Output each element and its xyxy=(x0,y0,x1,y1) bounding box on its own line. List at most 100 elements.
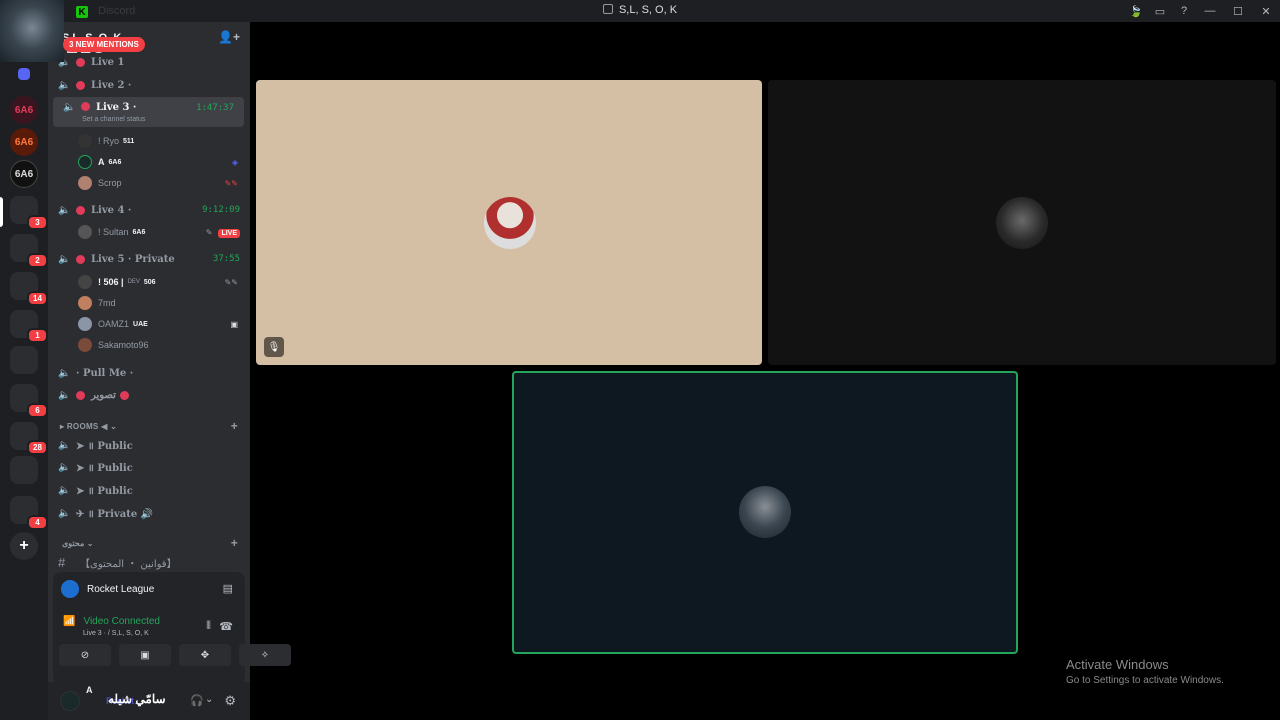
voice-user[interactable]: OAMZ1 UAE ▣ xyxy=(48,314,250,334)
participant-avatar xyxy=(996,197,1048,249)
unread-badge: 14 xyxy=(27,291,48,306)
unread-badge: 28 xyxy=(27,440,48,455)
channel-live-2[interactable]: 🔈 Live 2 · xyxy=(48,75,250,95)
muted-icon: ✎ xyxy=(205,227,213,237)
channel-sidebar: S,L, S, O, K ⌄ 👤+ 🔈Live 1 🔈Live 2 · 🔈Liv… xyxy=(48,22,291,720)
add-channel-icon[interactable]: + xyxy=(231,419,238,433)
channel-live-4[interactable]: 🔈 Live 4 · 9:12:09 xyxy=(48,200,250,220)
status-dot xyxy=(76,390,85,400)
chevron-right-icon: ▸ xyxy=(60,421,67,431)
channel-pull-me[interactable]: 🔈 · Pull Me · xyxy=(48,363,250,383)
avatar xyxy=(78,134,92,148)
minimize-button[interactable]: — xyxy=(1196,0,1224,22)
speaker-icon: 🔈 xyxy=(58,389,71,401)
voice-user[interactable]: 7md xyxy=(48,293,250,313)
channel-room[interactable]: 🔈 ➤ ॥ Public xyxy=(48,435,250,455)
channel-rules[interactable]: # 【قوانين ・ المحتوى】 xyxy=(48,552,250,572)
hash-icon: # xyxy=(58,554,66,570)
category-content[interactable]: محتوى ⌄ + xyxy=(48,533,250,553)
avatar xyxy=(78,296,92,310)
voice-user[interactable]: Scrop ✎✎ xyxy=(48,173,250,193)
voice-user[interactable]: ! Ryo 511 xyxy=(48,131,250,151)
rocket-league-icon: ◈ xyxy=(231,157,238,167)
channel-timer: 37:55 xyxy=(212,254,240,264)
video-tile-1[interactable]: 🎙 xyxy=(256,80,762,365)
server-folder-8[interactable] xyxy=(10,456,38,484)
activity-settings-icon[interactable]: ▤ xyxy=(223,582,233,595)
avatar xyxy=(78,317,92,331)
voice-user[interactable]: ! 506 | DEV 506 ✎✎ xyxy=(48,272,250,292)
server-6a6-dark[interactable]: 6A6 xyxy=(10,160,38,188)
gear-icon[interactable]: ⚙ xyxy=(224,693,236,709)
server-folder-5[interactable] xyxy=(10,346,38,374)
participant-avatar xyxy=(484,197,536,249)
app-logo-icon: K xyxy=(76,6,88,18)
activities-icon[interactable]: ✥ xyxy=(179,644,231,666)
help-icon[interactable]: ? xyxy=(1172,0,1196,22)
voice-buttons: ⊘ ▣ ✥ ✧ xyxy=(59,644,291,666)
status-dot xyxy=(81,102,90,111)
soundboard-icon[interactable]: ✧ xyxy=(239,644,291,666)
unread-badge: 1 xyxy=(27,328,48,343)
new-mentions-badge[interactable]: 3 NEW MENTIONS xyxy=(63,37,145,52)
close-button[interactable]: ✕ xyxy=(1252,0,1280,22)
avatar xyxy=(78,225,92,239)
video-tile-3-speaking[interactable] xyxy=(512,371,1018,654)
avatar xyxy=(78,275,92,289)
noise-suppression-icon[interactable]: ⦀ xyxy=(206,620,211,633)
windows-watermark: Activate Windows Go to Settings to activ… xyxy=(1066,657,1224,686)
voice-user[interactable]: Sakamoto96 xyxy=(48,335,250,355)
inbox-icon[interactable]: ▭ xyxy=(1148,0,1172,22)
unread-badge: 3 xyxy=(27,215,48,230)
participant-avatar xyxy=(739,486,791,538)
channel-status[interactable]: Set a channel status xyxy=(82,116,145,123)
screen-share-icon[interactable]: ▣ xyxy=(119,644,171,666)
camera-off-icon[interactable]: ⊘ xyxy=(59,644,111,666)
live-badge: LIVE xyxy=(218,228,240,238)
unread-badge: 4 xyxy=(27,515,48,530)
channel-live-5[interactable]: 🔈 Live 5 · Private 37:55 xyxy=(48,249,250,269)
add-channel-icon[interactable]: + xyxy=(231,536,238,550)
rocket-league-icon xyxy=(61,580,79,598)
voice-location[interactable]: Live 3 · / S,L, S, O, K xyxy=(83,630,149,637)
muted-deafened-icon: ✎✎ xyxy=(224,178,238,188)
title-ghost-text: Discord xyxy=(98,5,136,17)
category-rooms[interactable]: ▸ ROOMS ◀ ⌄ + xyxy=(48,416,250,436)
server-6a6-orange[interactable]: 6A6 xyxy=(10,128,38,156)
disconnect-icon[interactable]: ☎ xyxy=(219,620,233,633)
avatar[interactable] xyxy=(60,691,80,711)
voice-user[interactable]: A 6A6 ◈ xyxy=(48,152,250,172)
nitro-leaf-icon[interactable]: 🍃 xyxy=(1124,0,1148,22)
muted-mic-icon: 🎙 xyxy=(264,337,284,357)
speaker-icon: 🔈 xyxy=(58,79,71,91)
avatar xyxy=(78,338,92,352)
speaker-icon: 🔈 xyxy=(58,461,71,473)
video-tile-2[interactable] xyxy=(768,80,1276,365)
muted-deafened-icon: ✎✎ xyxy=(224,277,238,287)
invite-people-icon[interactable]: 👤+ xyxy=(218,30,240,44)
status-dot xyxy=(119,390,129,400)
voice-panel: Rocket League ▤ 📶 Video Connected Live 3 … xyxy=(53,572,291,684)
title-bar: K Discord S,L, S, O, K 🍃 ▭ ? — ☐ ✕ xyxy=(0,0,1280,22)
window-title: S,L, S, O, K xyxy=(0,4,1280,16)
speaker-icon: 🔈 xyxy=(58,367,71,379)
channel-room[interactable]: 🔈 ➤ ॥ Public xyxy=(48,480,250,500)
unread-badge: 2 xyxy=(27,253,48,268)
headphones-icon[interactable]: 🎧 xyxy=(190,694,204,707)
direct-messages-icon[interactable] xyxy=(18,68,30,80)
server-6a6-pink[interactable]: 6A6 xyxy=(10,96,38,124)
channel-arabic[interactable]: 🔈 تصوير xyxy=(48,385,250,405)
channel-live-3[interactable]: 🔈 Live 3 · 1:47:37 Set a channel status xyxy=(53,97,244,127)
channel-room[interactable]: 🔈 ➤ ॥ Public xyxy=(48,457,250,477)
chevron-down-icon[interactable]: ⌄ xyxy=(205,694,213,705)
activity-row: Rocket League xyxy=(61,580,154,598)
add-server-icon[interactable]: + xyxy=(10,532,38,560)
speaker-icon: 🔈 xyxy=(58,253,71,265)
speaker-icon: 🔈 xyxy=(58,439,71,451)
maximize-button[interactable]: ☐ xyxy=(1224,0,1252,22)
channel-room[interactable]: 🔈 ✈ ॥ Private 🔊 xyxy=(48,503,250,523)
status-dot xyxy=(76,205,85,215)
title-controls: 🍃 ▭ ? — ☐ ✕ xyxy=(1124,0,1280,22)
voice-user[interactable]: ! Sultan 6A6 ✎ LIVE xyxy=(48,222,250,242)
server-list: 6A6 6A6 6A6 3 2 14 1 6 28 4 + xyxy=(0,22,48,720)
